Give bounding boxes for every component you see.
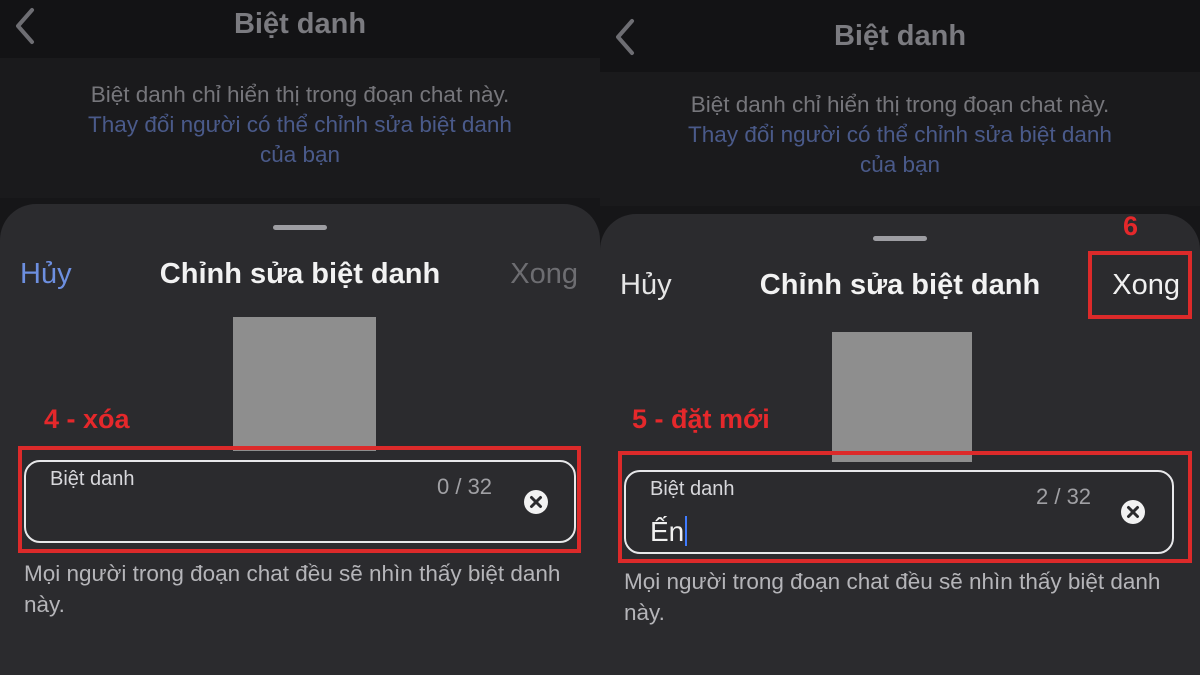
nav-bar: Biệt danh (0, 0, 600, 58)
sheet-grabber[interactable] (873, 236, 927, 241)
cancel-button[interactable]: Hủy (20, 258, 72, 291)
sheet-grabber[interactable] (273, 225, 327, 230)
left-screenshot-panel: Biệt danh Biệt danh chỉ hiển thị trong đ… (0, 0, 600, 675)
change-permission-link-cont[interactable]: của bạn (0, 140, 600, 170)
annotation-box-field (18, 446, 581, 553)
annotation-box-field (618, 451, 1192, 563)
sheet-header: Hủy Chỉnh sửa biệt danh Xong (0, 258, 600, 298)
nav-bar: Biệt danh (600, 0, 1200, 72)
page-title: Biệt danh (233, 8, 367, 40)
nickname-info: Biệt danh chỉ hiển thị trong đoạn chat n… (0, 58, 600, 198)
change-permission-link[interactable]: Thay đổi người có thể chỉnh sửa biệt dan… (0, 110, 600, 140)
helper-text: Mọi người trong đoạn chat đều sẽ nhìn th… (624, 569, 1161, 625)
change-permission-link[interactable]: Thay đổi người có thể chỉnh sửa biệt dan… (600, 120, 1200, 150)
info-text: Biệt danh chỉ hiển thị trong đoạn chat n… (690, 92, 1110, 117)
avatar (233, 317, 376, 451)
page-title: Biệt danh (833, 20, 967, 52)
info-text: Biệt danh chỉ hiển thị trong đoạn chat n… (90, 82, 510, 107)
avatar (832, 332, 972, 462)
annotation-box-done (1088, 251, 1192, 319)
edit-nickname-sheet: Hủy Chỉnh sửa biệt danh Xong Biệt danh 0… (0, 204, 600, 675)
done-button[interactable]: Xong (510, 258, 578, 291)
nickname-info: Biệt danh chỉ hiển thị trong đoạn chat n… (600, 72, 1200, 206)
annotation-step-5: 5 - đặt mới (632, 404, 770, 434)
change-permission-link-cont[interactable]: của bạn (600, 150, 1200, 180)
cancel-button[interactable]: Hủy (620, 269, 672, 302)
annotation-step-4: 4 - xóa (44, 404, 130, 434)
helper-text: Mọi người trong đoạn chat đều sẽ nhìn th… (24, 561, 561, 617)
annotation-step-6: 6 (1123, 211, 1139, 241)
right-screenshot-panel: Biệt danh Biệt danh chỉ hiển thị trong đ… (600, 0, 1200, 675)
